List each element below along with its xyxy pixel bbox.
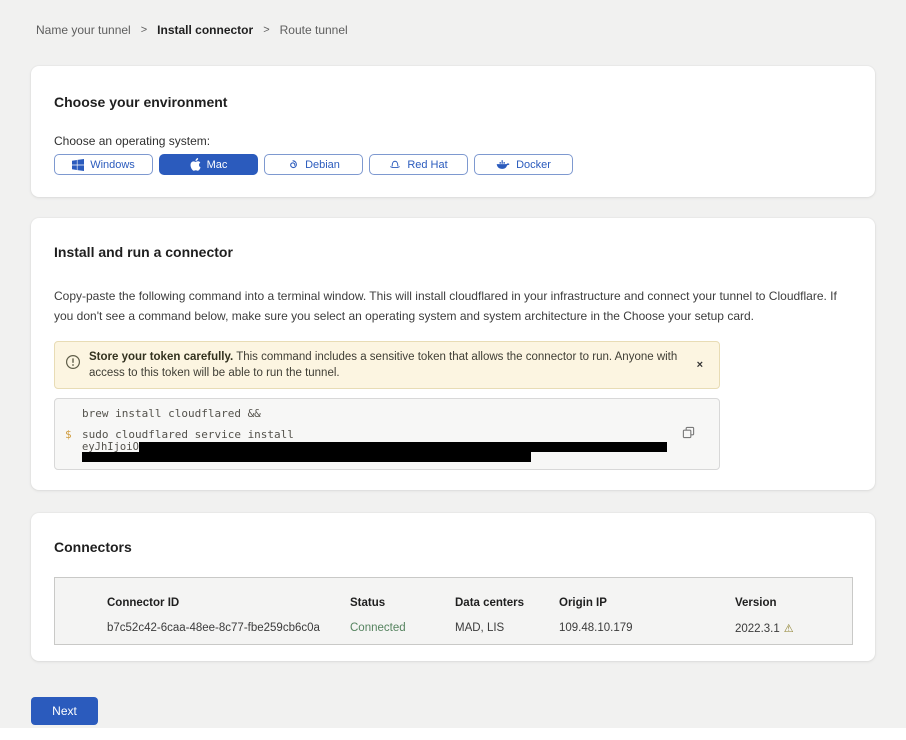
token-warning-bold: Store your token carefully. <box>89 351 233 363</box>
windows-icon <box>72 159 84 171</box>
os-button-debian[interactable]: Debian <box>264 154 363 175</box>
install-command-codeblock: brew install cloudflared && $ sudo cloud… <box>54 398 720 470</box>
os-button-docker[interactable]: Docker <box>474 154 573 175</box>
connectors-title: Connectors <box>54 540 852 555</box>
origin-ip-value: 109.48.10.179 <box>559 622 735 636</box>
connectors-table-row: b7c52c42-6caa-48ee-8c77-fbe259cb6c0a Con… <box>107 622 852 636</box>
os-button-label: Docker <box>516 159 551 171</box>
os-button-redhat[interactable]: Red Hat <box>369 154 468 175</box>
code-line-sudo: sudo cloudflared service install <box>82 428 719 441</box>
token-warning-banner: Store your token carefully. This command… <box>54 341 720 389</box>
version-warning-icon: ⚠ <box>784 622 794 635</box>
header-connector-id: Connector ID <box>107 597 350 609</box>
redhat-icon <box>389 159 401 171</box>
breadcrumb: Name your tunnel > Install connector > R… <box>36 0 875 36</box>
redacted-token-bar <box>82 452 531 462</box>
os-button-label: Debian <box>305 159 340 171</box>
debian-icon <box>287 159 299 171</box>
page: Name your tunnel > Install connector > R… <box>0 0 906 661</box>
info-icon <box>65 354 81 375</box>
version-value: 2022.3.1⚠ <box>735 622 852 636</box>
breadcrumb-install-connector[interactable]: Install connector <box>157 24 253 36</box>
connectors-card: Connectors Connector ID Status Data cent… <box>31 513 875 661</box>
os-button-label: Windows <box>90 159 135 171</box>
header-version: Version <box>735 597 852 609</box>
breadcrumb-name-your-tunnel[interactable]: Name your tunnel <box>36 24 131 36</box>
status-badge: Connected <box>350 622 455 636</box>
connectors-table: Connector ID Status Data centers Origin … <box>54 577 853 645</box>
token-warning-text: Store your token carefully. This command… <box>89 349 679 381</box>
os-button-windows[interactable]: Windows <box>54 154 153 175</box>
copy-icon <box>682 427 695 442</box>
install-connector-card: Install and run a connector Copy-paste t… <box>31 218 875 490</box>
data-centers-value: MAD, LIS <box>455 622 559 636</box>
header-data-centers: Data centers <box>455 597 559 609</box>
token-prefix: eyJhIjoiO <box>82 442 139 452</box>
connector-id-value: b7c52c42-6caa-48ee-8c77-fbe259cb6c0a <box>107 622 350 636</box>
bottom-strip <box>0 728 906 740</box>
redacted-token-bar <box>139 442 667 452</box>
header-origin-ip: Origin IP <box>559 597 735 609</box>
docker-icon <box>496 159 510 170</box>
breadcrumb-route-tunnel[interactable]: Route tunnel <box>280 24 348 36</box>
banner-close-button[interactable]: × <box>691 355 709 375</box>
breadcrumb-separator: > <box>263 24 269 36</box>
os-button-label: Mac <box>207 159 228 171</box>
choose-environment-title: Choose your environment <box>54 95 852 110</box>
os-button-label: Red Hat <box>407 159 447 171</box>
install-description: Copy-paste the following command into a … <box>54 286 852 326</box>
shell-prompt: $ <box>55 428 82 462</box>
apple-icon <box>190 158 201 171</box>
os-button-group: Windows Mac Debian Red Hat <box>54 154 852 175</box>
os-button-mac[interactable]: Mac <box>159 154 258 175</box>
code-line-brew: brew install cloudflared && <box>55 407 719 420</box>
connectors-table-header: Connector ID Status Data centers Origin … <box>107 597 852 609</box>
install-connector-title: Install and run a connector <box>54 245 852 260</box>
copy-command-button[interactable] <box>682 426 695 442</box>
breadcrumb-separator: > <box>141 24 147 36</box>
operating-system-label: Choose an operating system: <box>54 135 852 147</box>
next-button[interactable]: Next <box>31 697 98 725</box>
header-status: Status <box>350 597 455 609</box>
choose-environment-card: Choose your environment Choose an operat… <box>31 66 875 197</box>
